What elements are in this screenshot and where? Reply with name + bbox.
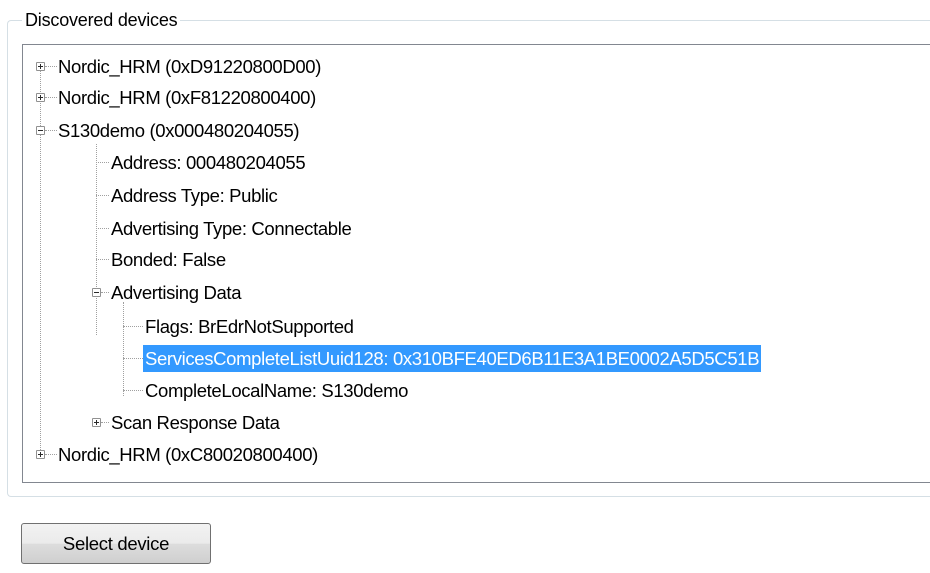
groupbox-title: Discovered devices xyxy=(22,10,181,30)
tree-line xyxy=(96,195,109,196)
tree-node-label: S130demo (0x000480204055) xyxy=(58,120,300,141)
tree-node-label-selected: ServicesCompleteListUuid128: 0x310BFE40E… xyxy=(143,345,762,372)
tree-node-label: Bonded: False xyxy=(111,249,226,270)
tree-node-label: Advertising Data xyxy=(111,282,242,303)
tree-node-label: Flags: BrEdrNotSupported xyxy=(145,316,354,337)
tree-line xyxy=(96,144,97,335)
tree-node-label: CompleteLocalName: S130demo xyxy=(145,380,409,401)
collapse-icon[interactable] xyxy=(92,288,101,297)
tree-node-label: Scan Response Data xyxy=(111,412,280,433)
expand-icon[interactable] xyxy=(36,62,45,71)
expand-icon[interactable] xyxy=(36,450,45,459)
tree-line xyxy=(123,358,143,359)
tree-line xyxy=(123,390,143,391)
tree-line xyxy=(40,66,41,458)
tree-line xyxy=(96,228,109,229)
tree-line xyxy=(96,162,109,163)
tree-line xyxy=(123,302,124,396)
select-device-button[interactable]: Select device xyxy=(21,523,211,564)
tree-node-label: Nordic_HRM (0xC80020800400) xyxy=(58,444,318,465)
tree-node-label: Address: 000480204055 xyxy=(111,152,306,173)
expand-icon[interactable] xyxy=(36,93,45,102)
tree-node-label: Nordic_HRM (0xD91220800D00) xyxy=(58,56,322,77)
tree-line xyxy=(96,259,109,260)
tree-node-label: Advertising Type: Connectable xyxy=(111,218,352,239)
device-tree-view[interactable]: Nordic_HRM (0xD91220800D00) Nordic_HRM (… xyxy=(22,44,930,483)
expand-icon[interactable] xyxy=(92,418,101,427)
tree-node-label: Address Type: Public xyxy=(111,185,278,206)
tree-line xyxy=(101,422,109,423)
tree-line xyxy=(123,326,143,327)
tree-node-label: Nordic_HRM (0xF81220800400) xyxy=(58,87,316,108)
collapse-icon[interactable] xyxy=(36,126,45,135)
tree-line xyxy=(101,292,109,293)
